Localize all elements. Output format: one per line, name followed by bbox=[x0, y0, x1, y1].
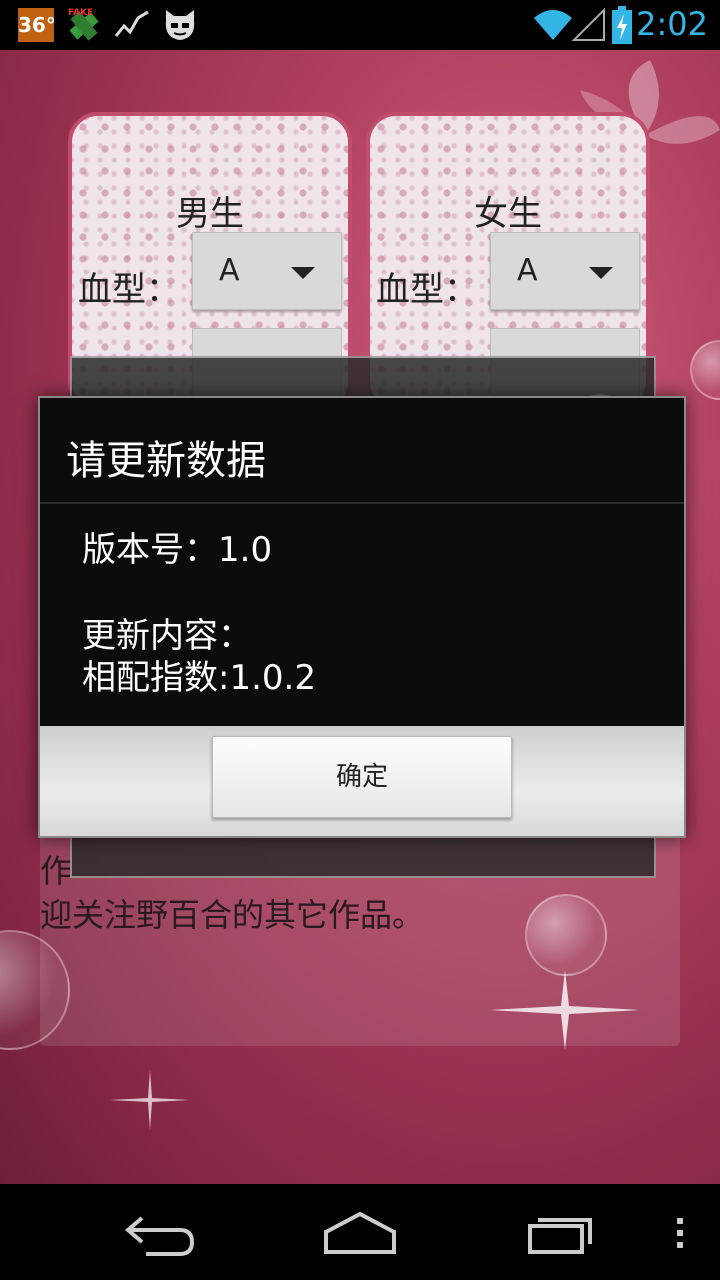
chevron-down-icon bbox=[589, 267, 613, 279]
ok-button[interactable]: 确定 bbox=[212, 736, 512, 818]
fake-gps-icon: FAKE bbox=[68, 8, 99, 41]
description-line-3: 作 bbox=[40, 852, 73, 890]
status-bar: 36° FAKE 2:02 bbox=[0, 0, 720, 50]
male-blood-type-value: A bbox=[219, 253, 240, 288]
battery-charging-icon bbox=[612, 6, 632, 44]
dialog-title: 请更新数据 bbox=[66, 438, 266, 484]
cell-signal-icon bbox=[572, 7, 605, 41]
home-icon[interactable] bbox=[320, 1204, 400, 1260]
female-blood-type-value: A bbox=[517, 253, 538, 288]
male-blood-type-spinner[interactable]: A bbox=[192, 232, 342, 310]
chevron-down-icon bbox=[291, 267, 315, 279]
svg-text:FAKE: FAKE bbox=[68, 8, 93, 18]
update-dialog: 请更新数据 版本号：1.0 更新内容： 相配指数:1.0.2 确定 bbox=[38, 396, 686, 838]
clock: 2:02 bbox=[636, 5, 708, 43]
male-title: 男生 bbox=[176, 194, 244, 234]
android-cat-icon bbox=[165, 10, 195, 40]
wifi-icon bbox=[534, 10, 572, 40]
temperature-badge-icon: 36° bbox=[18, 8, 56, 42]
update-content-value: 相配指数:1.0.2 bbox=[82, 658, 316, 698]
activity-graph-icon bbox=[114, 10, 149, 37]
back-icon[interactable] bbox=[120, 1204, 200, 1260]
male-blood-type-label: 血型： bbox=[78, 270, 180, 310]
version-text: 版本号：1.0 bbox=[82, 530, 273, 570]
navigation-bar bbox=[0, 1184, 720, 1280]
dialog-button-bar: 确定 bbox=[40, 726, 684, 836]
overflow-menu-icon[interactable] bbox=[670, 1204, 690, 1260]
description-line-4: 迎关注野百合的其它作品。 bbox=[40, 896, 425, 934]
female-blood-type-spinner[interactable]: A bbox=[490, 232, 640, 310]
bubble-decoration bbox=[690, 340, 720, 400]
sparkle-decoration bbox=[110, 1070, 190, 1130]
female-blood-type-label: 血型： bbox=[376, 270, 478, 310]
female-title: 女生 bbox=[474, 194, 542, 234]
dialog-divider bbox=[40, 502, 684, 504]
recent-apps-icon[interactable] bbox=[524, 1204, 604, 1260]
